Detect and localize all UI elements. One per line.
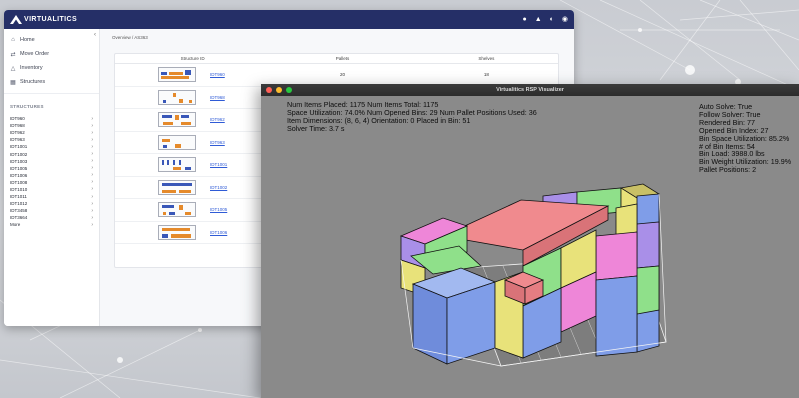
bin-stats: Auto Solve: True Follow Solver: True Ren… (699, 103, 791, 174)
structures-section-title: STRUCTURES (10, 104, 44, 109)
shelves-cell: 18 (483, 72, 489, 78)
structure-item[interactable]: IDT1005 › (4, 165, 99, 172)
brand[interactable]: VIRTUALITICS (10, 15, 77, 24)
stat-line: Solver Time: 3.7 s (287, 123, 345, 133)
chevron-right-icon: › (91, 122, 93, 129)
structure-item[interactable]: IDT3458 › (4, 207, 99, 214)
chevron-right-icon: › (91, 186, 93, 193)
visualizer-title: Virtualitics RSP Visualizer (496, 87, 564, 93)
chevron-right-icon: › (91, 179, 93, 186)
structure-item[interactable]: IDT3664 › (4, 214, 99, 221)
sidebar-item-structures[interactable]: ▦ Structures (4, 75, 99, 89)
sidebar-divider (4, 93, 99, 94)
structure-item[interactable]: IDT960 › (4, 115, 99, 122)
structure-item[interactable]: IDT1010 › (4, 186, 99, 193)
breadcrumb[interactable]: Overview / AS363 (100, 29, 574, 46)
bell-icon[interactable]: ● (522, 16, 526, 23)
visualizer-titlebar[interactable]: Virtualitics RSP Visualizer (261, 84, 799, 96)
chevron-right-icon: › (91, 193, 93, 200)
chevron-right-icon: › (91, 115, 93, 122)
inventory-icon: △ (10, 65, 16, 72)
box (636, 265, 660, 315)
structure-thumbnail (158, 112, 196, 128)
structure-thumbnail (158, 89, 196, 105)
sidebar-item-label: Home (20, 37, 35, 43)
box (412, 283, 448, 365)
structure-item[interactable]: IDT1002 › (4, 150, 99, 157)
structure-item[interactable]: IDT962 › (4, 129, 99, 136)
structure-item[interactable]: IDT1001 › (4, 143, 99, 150)
structure-thumbnail (158, 224, 196, 240)
structure-thumbnail (158, 202, 196, 218)
chevron-right-icon: › (91, 143, 93, 150)
home-icon: ⌂ (11, 37, 15, 43)
structure-item[interactable]: IDT1008 › (4, 179, 99, 186)
visualizer-window: Virtualitics RSP Visualizer Num Items Pl… (261, 84, 799, 398)
structure-item[interactable]: IDT963 › (4, 136, 99, 143)
structure-link[interactable]: IDT962 (210, 117, 225, 122)
box (595, 231, 638, 281)
sidebar: ‹ ⌂ Home ⇄ Move Order △ Inventory ▦ Stru… (4, 29, 100, 326)
structures-icon: ▦ (10, 79, 16, 86)
structure-item[interactable]: IDT1012 › (4, 200, 99, 207)
structure-item-more[interactable]: More › (4, 221, 99, 228)
solver-stats: Num Items Placed: 1175 Num Items Total: … (287, 101, 537, 133)
column-header-pallets[interactable]: Pallets (270, 56, 414, 61)
structure-item[interactable]: IDT968 › (4, 122, 99, 129)
chevron-right-icon: › (91, 214, 93, 221)
sidebar-item-label: Inventory (20, 65, 43, 71)
brand-logo-icon (10, 15, 22, 24)
structure-item[interactable]: IDT1006 › (4, 172, 99, 179)
structure-link[interactable]: IDT963 (210, 140, 225, 145)
pallets-cell: 20 (339, 72, 345, 78)
chevron-right-icon: › (91, 221, 93, 228)
structure-link[interactable]: IDT1002 (210, 185, 227, 190)
sidebar-item-move-order[interactable]: ⇄ Move Order (4, 47, 99, 61)
structure-link[interactable]: IDT968 (210, 95, 225, 100)
topbar-icons: ● ▲ ◐ ◉ (522, 16, 568, 23)
account-icon[interactable]: ◉ (562, 16, 568, 23)
chevron-right-icon: › (91, 158, 93, 165)
box (636, 221, 660, 269)
column-header-structure[interactable]: Structure ID (115, 56, 270, 61)
chevron-right-icon: › (91, 200, 93, 207)
sidebar-item-inventory[interactable]: △ Inventory (4, 61, 99, 75)
app-topbar: VIRTUALITICS ● ▲ ◐ ◉ (4, 10, 574, 29)
structure-thumbnail (158, 157, 196, 173)
stat-line: Pallet Positions: 2 (699, 165, 757, 175)
sidebar-item-label: Structures (20, 79, 46, 85)
structure-link[interactable]: IDT1006 (210, 230, 227, 235)
structure-item[interactable]: IDT1003 › (4, 158, 99, 165)
chevron-right-icon: › (91, 165, 93, 172)
chevron-right-icon: › (91, 207, 93, 214)
structure-thumbnail (158, 179, 196, 195)
box (595, 275, 638, 357)
chevron-right-icon: › (91, 151, 93, 158)
table-header: Structure ID Pallets Shelves (115, 54, 558, 64)
move-order-icon: ⇄ (10, 51, 16, 58)
structure-link[interactable]: IDT960 (210, 72, 225, 77)
structure-link[interactable]: IDT1005 (210, 207, 227, 212)
users-icon[interactable]: ▲ (535, 16, 542, 23)
chevron-right-icon: › (91, 136, 93, 143)
column-header-shelves[interactable]: Shelves (415, 56, 558, 61)
structure-item[interactable]: IDT1011 › (4, 193, 99, 200)
structure-thumbnail (158, 67, 196, 83)
theme-icon[interactable]: ◐ (550, 16, 554, 23)
structure-thumbnail (158, 134, 196, 150)
chevron-right-icon: › (91, 172, 93, 179)
chevron-right-icon: › (91, 129, 93, 136)
sidebar-item-label: Move Order (20, 51, 50, 57)
brand-name: VIRTUALITICS (24, 16, 78, 23)
sidebar-item-home[interactable]: ⌂ Home (4, 33, 99, 47)
structure-link[interactable]: IDT1001 (210, 162, 227, 167)
sidebar-collapse-button[interactable]: ‹ (94, 32, 96, 38)
